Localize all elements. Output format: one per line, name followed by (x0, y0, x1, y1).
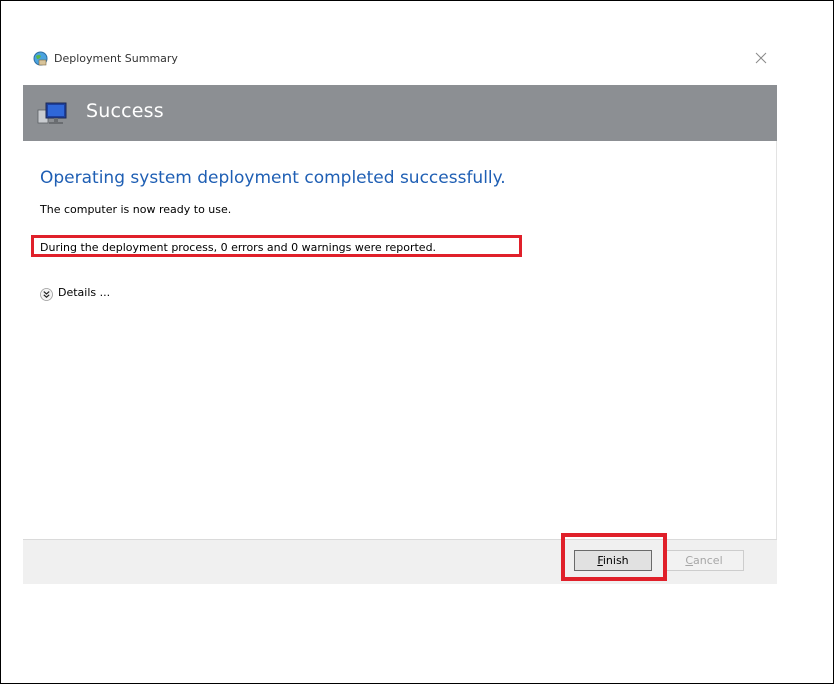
deployment-summary-window: Deployment Summary Success Operating sys… (23, 41, 777, 584)
completion-heading: Operating system deployment completed su… (40, 168, 506, 188)
banner-title: Success (86, 100, 164, 122)
details-label: Details ... (58, 285, 111, 299)
cancel-accelerator: C (685, 554, 694, 567)
chevron-double-down-icon (40, 286, 53, 301)
close-icon[interactable] (751, 48, 771, 68)
title-bar: Deployment Summary (23, 41, 777, 75)
computer-monitor-icon (36, 100, 70, 128)
cancel-label: ancel (693, 554, 723, 567)
highlight-box-finish (561, 533, 667, 581)
content-area (23, 141, 777, 539)
screenshot-frame: Deployment Summary Success Operating sys… (0, 0, 834, 684)
errors-warnings-message: During the deployment process, 0 errors … (40, 241, 437, 254)
details-expander[interactable]: Details ... (40, 284, 111, 301)
ready-message: The computer is now ready to use. (40, 203, 232, 216)
window-title: Deployment Summary (54, 52, 178, 65)
status-banner: Success (23, 85, 777, 141)
cancel-button[interactable]: Cancel (664, 550, 744, 571)
globe-icon (33, 51, 48, 66)
